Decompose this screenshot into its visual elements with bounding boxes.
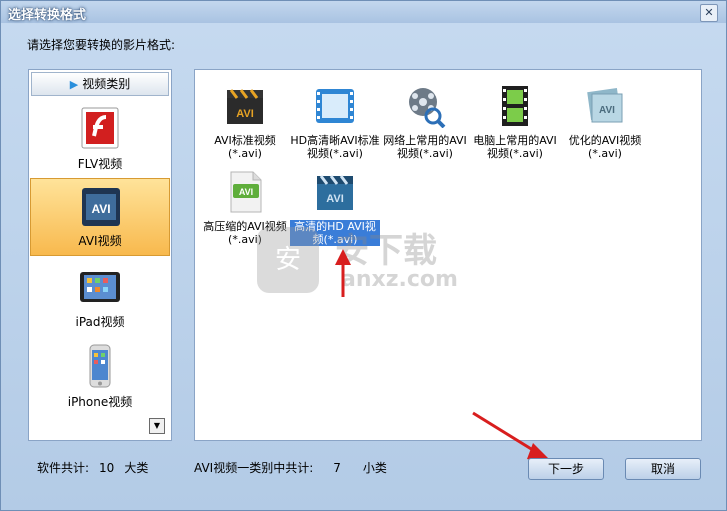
software-total-value: 10 <box>99 461 115 475</box>
format-label: 高压缩的AVI视频(*.avi) <box>203 220 287 246</box>
cancel-button[interactable]: 取消 <box>625 458 701 480</box>
title-bar[interactable]: 选择转换格式 ✕ <box>1 1 726 23</box>
avi-film-icon: AVI <box>82 188 120 226</box>
avi-clapper-blue-icon: AVI <box>317 175 353 210</box>
format-item-pc-avi[interactable]: 电脑上常用的AVI视频(*.avi) <box>470 78 560 168</box>
category-total-label: AVI视频一类别中共计: <box>194 461 314 475</box>
svg-text:AVI: AVI <box>91 202 110 216</box>
avi-clapper-icon: AVI <box>227 89 263 124</box>
format-label: 高清的HD AVI视频(*.avi) <box>290 220 380 246</box>
instruction-text: 请选择您要转换的影片格式: <box>27 38 176 52</box>
close-button[interactable]: ✕ <box>700 4 718 22</box>
category-total: AVI视频一类别中共计: 7 小类 <box>194 459 387 476</box>
iphone-icon <box>89 344 111 388</box>
format-dialog: 选择转换格式 ✕ 请选择您要转换的影片格式: ▶ 视频类别 FLV视频 AVI A… <box>0 0 727 511</box>
flv-flash-icon <box>81 107 119 149</box>
film-strip-blue-icon <box>316 89 354 123</box>
category-item-ipad[interactable]: iPad视频 <box>30 258 170 336</box>
scroll-down-button[interactable]: ▼ <box>149 418 165 434</box>
film-strip-green-icon <box>502 86 528 126</box>
close-icon: ✕ <box>704 6 714 19</box>
category-item-iphone[interactable]: iPhone视频 <box>30 338 170 416</box>
svg-text:AVI: AVI <box>326 193 344 205</box>
category-label: iPhone视频 <box>67 395 133 409</box>
format-label: 电脑上常用的AVI视频(*.avi) <box>473 134 557 160</box>
category-item-avi[interactable]: AVI AVI视频 <box>30 178 170 256</box>
category-label: iPad视频 <box>75 315 125 329</box>
svg-text:AVI: AVI <box>239 187 253 197</box>
category-list: ▶ 视频类别 FLV视频 AVI AVI视频 iPad视频 iPhone视频 ▼ <box>28 69 172 441</box>
format-item-avi-standard[interactable]: AVI AVI标准视频(*.avi) <box>200 78 290 168</box>
format-grid: AVI AVI标准视频(*.avi) HD高清晰AVI标准视频(*.avi) 网… <box>194 69 702 441</box>
avi-document-icon: AVI <box>230 171 262 213</box>
format-label: AVI标准视频(*.avi) <box>214 134 276 160</box>
format-item-optimized-avi[interactable]: AVI 优化的AVI视频(*.avi) <box>560 78 650 168</box>
film-reel-magnifier-icon <box>409 88 446 128</box>
chevron-down-icon: ▼ <box>153 421 161 430</box>
avi-film-pages-icon: AVI <box>587 88 623 123</box>
category-label: AVI视频 <box>78 234 122 248</box>
play-triangle-icon: ▶ <box>69 78 79 91</box>
format-label: 优化的AVI视频(*.avi) <box>568 134 642 160</box>
format-item-hd-avi[interactable]: HD高清晰AVI标准视频(*.avi) <box>290 78 380 168</box>
svg-text:AVI: AVI <box>599 105 615 116</box>
format-item-hd-avi-selected[interactable]: AVI 高清的HD AVI视频(*.avi) <box>290 164 380 254</box>
svg-text:AVI: AVI <box>236 108 254 120</box>
category-item-flv[interactable]: FLV视频 <box>30 100 170 178</box>
format-item-compressed-avi[interactable]: AVI 高压缩的AVI视频(*.avi) <box>200 164 290 254</box>
dialog-title: 选择转换格式 <box>8 8 87 23</box>
software-total-label: 软件共计: <box>37 461 90 475</box>
format-label: HD高清晰AVI标准视频(*.avi) <box>290 134 380 160</box>
category-label: FLV视频 <box>77 157 123 171</box>
category-total-value: 7 <box>333 461 341 475</box>
category-header[interactable]: ▶ 视频类别 <box>31 72 169 96</box>
software-total-unit: 大类 <box>124 461 149 475</box>
category-total-unit: 小类 <box>362 461 387 475</box>
next-button[interactable]: 下一步 <box>528 458 604 480</box>
software-total: 软件共计: 10 大类 <box>37 459 148 476</box>
ipad-icon <box>80 272 120 302</box>
category-header-label: 视频类别 <box>82 77 131 91</box>
format-item-web-avi[interactable]: 网络上常用的AVI视频(*.avi) <box>380 78 470 168</box>
format-label: 网络上常用的AVI视频(*.avi) <box>383 134 467 160</box>
